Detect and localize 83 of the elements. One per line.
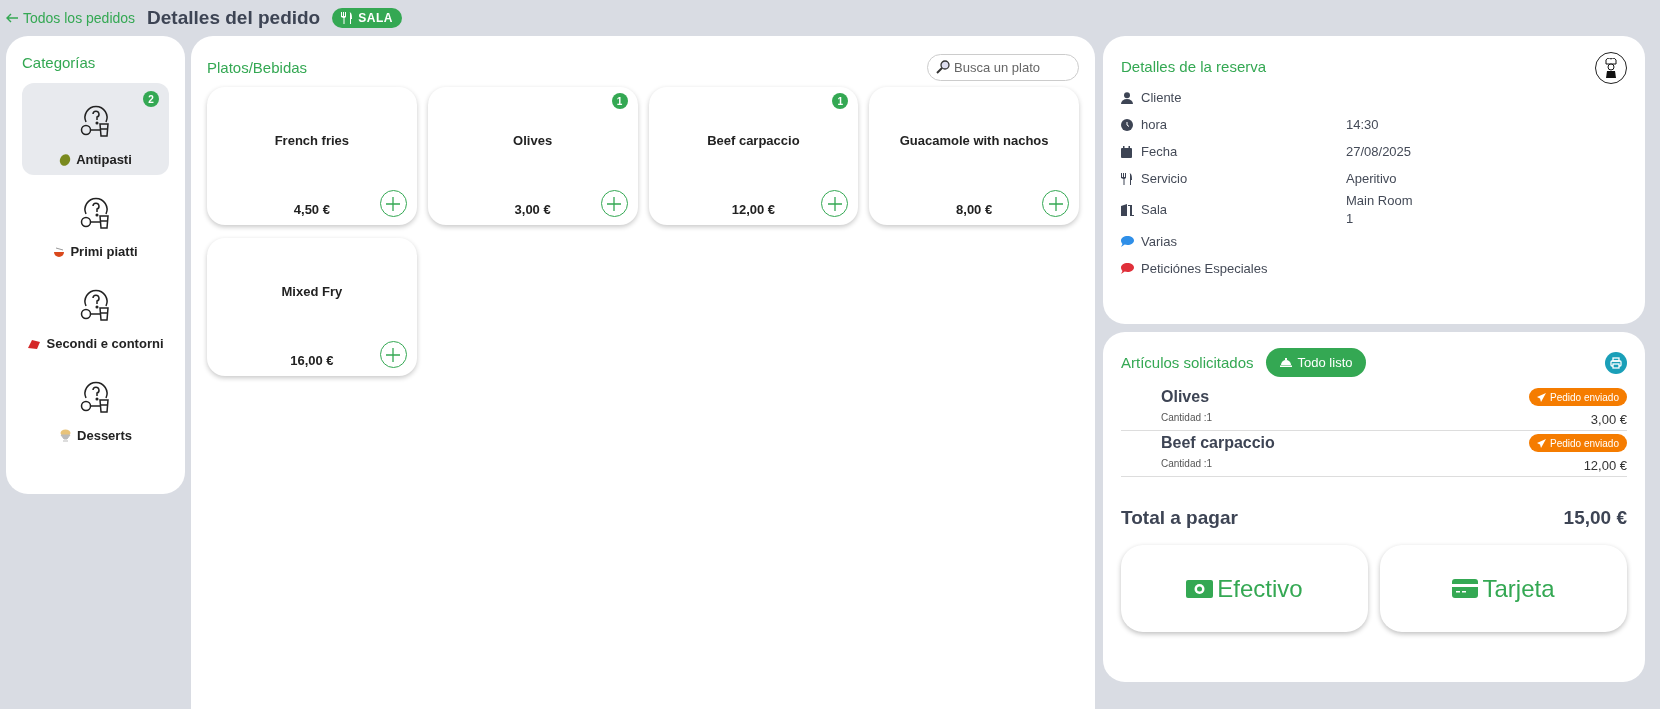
detail-label: Fecha	[1141, 142, 1179, 161]
category-label: Secondi e contorni	[27, 336, 164, 351]
steak-icon	[27, 337, 42, 350]
dish-price: 4,50 €	[293, 202, 330, 217]
total-label: Total a pagar	[1121, 507, 1238, 529]
pasta-bowl-icon	[53, 245, 66, 258]
detail-label: Varias	[1141, 232, 1178, 251]
service-bell-icon	[1279, 358, 1292, 367]
item-price: 3,00 €	[1590, 412, 1627, 427]
calendar-icon	[1121, 145, 1132, 158]
add-button[interactable]	[821, 190, 849, 217]
total-amount: 15,00 €	[1563, 507, 1627, 529]
status-badge: Pedido enviado	[1529, 434, 1627, 452]
detail-label: Sala	[1141, 201, 1169, 219]
detail-value: 27/08/2025	[1346, 142, 1413, 161]
detail-label: Cliente	[1141, 88, 1183, 107]
dish-price: 8,00 €	[956, 202, 993, 217]
dish-price: 3,00 €	[514, 202, 551, 217]
item-quantity: Cantidad :1	[1161, 458, 1214, 471]
plus-icon	[607, 196, 621, 211]
status-badge: Pedido enviado	[1529, 388, 1627, 406]
item-quantity: Cantidad :1	[1161, 412, 1214, 425]
dish-price: 16,00 €	[290, 353, 334, 368]
dish-name: French fries	[274, 133, 350, 150]
count-badge: 1	[611, 93, 628, 109]
category-label: Desserts	[59, 428, 132, 443]
olive-icon	[59, 153, 72, 166]
panel-heading: Platos/Bebidas	[207, 59, 308, 76]
category-label: Primi piatti	[53, 244, 138, 259]
detail-value: Main Room 1	[1346, 192, 1414, 228]
category-item[interactable]: Secondi e contorni	[22, 267, 169, 359]
category-item[interactable]: Desserts	[22, 359, 169, 451]
plus-icon	[827, 196, 842, 211]
cutlery-icon	[1121, 172, 1133, 185]
dish-card[interactable]: Guacamole with nachos 8,00 €	[869, 87, 1079, 225]
clock-icon	[1121, 118, 1133, 131]
card-heading: Detalles de la reserva	[1121, 58, 1267, 75]
dish-price: 12,00 €	[731, 202, 776, 217]
door-icon	[1121, 204, 1134, 216]
search-icon	[936, 60, 950, 74]
dish-name: Guacamole with nachos	[899, 133, 1049, 150]
paper-plane-icon	[1537, 392, 1547, 402]
credit-card-icon	[1452, 579, 1479, 598]
add-button[interactable]	[600, 190, 628, 217]
plus-icon	[386, 196, 401, 211]
dish-card[interactable]: French fries 4,50 €	[207, 87, 417, 225]
detail-value: Aperitivo	[1346, 169, 1398, 188]
detail-label: Peticiónes Especiales	[1141, 259, 1269, 278]
cutlery-icon	[341, 12, 354, 24]
item-name: Beef carpaccio	[1161, 434, 1276, 452]
arrow-left-icon	[6, 13, 18, 23]
count-badge: 2	[143, 91, 159, 107]
item-name: Olives	[1161, 388, 1211, 406]
person-icon	[1121, 91, 1133, 104]
dish-card[interactable]: 1 Olives 3,00 €	[427, 87, 638, 225]
dish-card[interactable]: 1 Beef carpaccio 12,00 €	[648, 87, 859, 225]
detail-value: 14:30	[1346, 115, 1380, 134]
count-badge: 1	[832, 93, 849, 109]
paper-plane-icon	[1537, 438, 1547, 448]
detail-label: hora	[1141, 115, 1169, 134]
page-title: Detalles del pedido	[147, 7, 321, 29]
item-price: 12,00 €	[1583, 458, 1627, 473]
dish-name: Mixed Fry	[281, 284, 343, 301]
dessert-cup-icon	[59, 429, 73, 442]
plus-icon	[1048, 196, 1063, 211]
panel-heading: Categorías	[22, 54, 97, 71]
detail-label: Servicio	[1141, 169, 1189, 188]
banknote-icon	[1186, 579, 1214, 598]
card-heading: Artículos solicitados	[1121, 354, 1254, 371]
dish-card[interactable]: Mixed Fry 16,00 €	[207, 238, 417, 376]
dish-name: Olives	[513, 133, 553, 150]
category-label: Antipasti	[59, 152, 132, 167]
category-item[interactable]: 2 Antipasti	[22, 83, 169, 175]
add-button[interactable]	[379, 341, 407, 368]
add-button[interactable]	[1042, 190, 1069, 217]
search-field[interactable]: Busca un plato	[927, 54, 1079, 81]
room-badge: SALA	[332, 8, 402, 28]
add-button[interactable]	[379, 190, 407, 217]
plus-icon	[386, 347, 401, 362]
print-button[interactable]	[1605, 351, 1627, 374]
printer-icon	[1610, 356, 1622, 369]
category-item[interactable]: Primi piatti	[22, 175, 169, 267]
dish-name: Beef carpaccio	[707, 133, 800, 150]
